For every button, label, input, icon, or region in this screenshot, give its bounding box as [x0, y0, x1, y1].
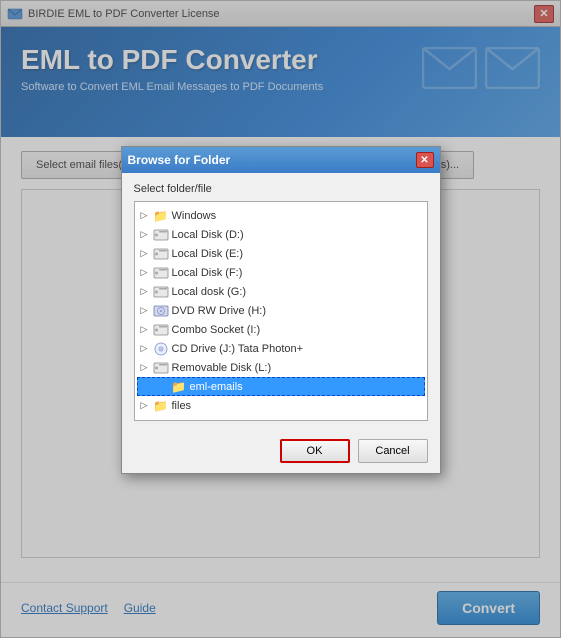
tree-label-eml: eml-emails [190, 381, 243, 393]
tree-arrow-combo-i: ▷ [141, 324, 153, 335]
tree-label-removable-l: Removable Disk (L:) [172, 362, 272, 374]
tree-arrow-removable-l: ▷ [141, 362, 153, 373]
tree-item-dvd-h[interactable]: ▷ DVD RW Drive (H:) [137, 301, 425, 320]
folder-icon-windows: 📁 [153, 209, 169, 223]
tree-label-combo-i: Combo Socket (I:) [172, 324, 261, 336]
dvd-icon-h [153, 304, 169, 318]
tree-item-windows[interactable]: ▷ 📁 Windows [137, 206, 425, 225]
tree-label-disk-d: Local Disk (D:) [172, 229, 244, 241]
folder-tree[interactable]: ▷ 📁 Windows ▷ Local Disk (D:) [134, 201, 428, 421]
tree-arrow-disk-d: ▷ [141, 229, 153, 240]
folder-icon-eml: 📁 [171, 380, 187, 394]
removable-icon-l [153, 361, 169, 375]
tree-label-files: files [172, 400, 192, 412]
tree-label-cd-j: CD Drive (J:) Tata Photon+ [172, 343, 304, 355]
folder-icon-files: 📁 [153, 399, 169, 413]
dialog-close-button[interactable]: ✕ [416, 152, 434, 168]
dialog-ok-button[interactable]: OK [280, 439, 350, 463]
disk-icon-g [153, 285, 169, 299]
disk-icon-d [153, 228, 169, 242]
dialog-body: Select folder/file ▷ 📁 Windows ▷ [122, 173, 440, 431]
tree-arrow-cd-j: ▷ [141, 343, 153, 354]
dialog-footer: OK Cancel [122, 431, 440, 473]
tree-arrow-dvd-h: ▷ [141, 305, 153, 316]
dialog-label: Select folder/file [134, 183, 428, 195]
browse-dialog: Browse for Folder ✕ Select folder/file ▷… [121, 146, 441, 474]
combo-icon-i [153, 323, 169, 337]
tree-arrow-disk-e: ▷ [141, 248, 153, 259]
tree-item-files[interactable]: ▷ 📁 files [137, 396, 425, 415]
tree-arrow-disk-g: ▷ [141, 286, 153, 297]
dialog-title-bar: Browse for Folder ✕ [122, 147, 440, 173]
disk-icon-e [153, 247, 169, 261]
tree-arrow-files: ▷ [141, 400, 153, 411]
tree-item-cd-j[interactable]: ▷ CD Drive (J:) Tata Photon+ [137, 339, 425, 358]
tree-label-windows: Windows [172, 210, 217, 222]
tree-item-eml-emails[interactable]: ▷ 📁 eml-emails [137, 377, 425, 396]
tree-item-removable-l[interactable]: ▷ Removable Disk (L:) [137, 358, 425, 377]
tree-item-disk-e[interactable]: ▷ Local Disk (E:) [137, 244, 425, 263]
dialog-cancel-button[interactable]: Cancel [358, 439, 428, 463]
tree-label-disk-e: Local Disk (E:) [172, 248, 244, 260]
disk-icon-f [153, 266, 169, 280]
tree-item-combo-i[interactable]: ▷ Combo Socket (I:) [137, 320, 425, 339]
tree-item-disk-g[interactable]: ▷ Local dosk (G:) [137, 282, 425, 301]
tree-label-disk-f: Local Disk (F:) [172, 267, 243, 279]
tree-item-disk-d[interactable]: ▷ Local Disk (D:) [137, 225, 425, 244]
tree-arrow-disk-f: ▷ [141, 267, 153, 278]
dialog-title: Browse for Folder [128, 153, 231, 167]
tree-label-disk-g: Local dosk (G:) [172, 286, 247, 298]
tree-label-dvd-h: DVD RW Drive (H:) [172, 305, 267, 317]
cd-icon-j [153, 342, 169, 356]
tree-arrow-windows: ▷ [141, 210, 153, 221]
tree-item-disk-f[interactable]: ▷ Local Disk (F:) [137, 263, 425, 282]
modal-overlay: Browse for Folder ✕ Select folder/file ▷… [1, 1, 560, 637]
main-window: BIRDIE EML to PDF Converter License ✕ EM… [0, 0, 561, 638]
